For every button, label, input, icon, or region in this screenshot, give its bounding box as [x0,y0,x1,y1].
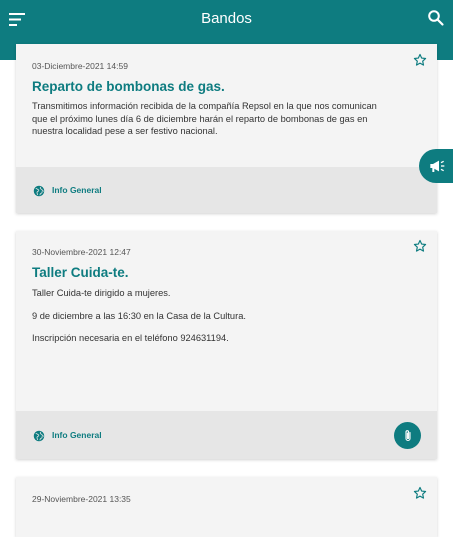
bando-body: Transmitimos información recibida de la … [32,100,377,138]
megaphone-icon [430,160,445,172]
bando-paragraph: 9 de diciembre a las 16:30 en la Casa de… [32,310,246,321]
bando-category: Info General [52,185,102,195]
favorite-button[interactable] [413,239,427,253]
bando-footer: Info General [16,167,437,213]
category-globe [33,184,45,197]
bando-card[interactable]: 30-Noviembre-2021 12:47 Taller Cuida-te.… [16,231,437,459]
star-icon [413,53,427,66]
star-icon [413,239,427,252]
bando-title[interactable]: Taller Cuida-te. [32,265,129,280]
bando-footer: Info General [16,411,437,459]
bando-card[interactable]: 03-Diciembre-2021 14:59 Reparto de bombo… [16,44,437,213]
bando-body: Taller Cuida-te dirigido a mujeres. 9 de… [32,287,377,345]
attachment-button[interactable] [394,422,421,449]
globe-icon [33,185,45,197]
category-globe [33,429,45,442]
bando-paragraph: Taller Cuida-te dirigido a mujeres. [32,288,171,298]
announcements-side-button[interactable] [419,149,453,183]
bando-card[interactable]: 29-Noviembre-2021 13:35 [16,477,437,537]
globe-icon [33,430,45,442]
search-button[interactable] [427,9,445,27]
bando-date: 30-Noviembre-2021 12:47 [32,247,131,257]
bando-date: 03-Diciembre-2021 14:59 [32,61,128,71]
page-title: Bandos [201,10,252,27]
bando-category: Info General [52,430,102,440]
paperclip-icon [404,429,411,441]
bando-title[interactable]: Reparto de bombonas de gas. [32,79,225,94]
favorite-button[interactable] [413,53,427,67]
bando-paragraph: Transmitimos información recibida de la … [32,101,377,136]
search-icon [428,10,444,26]
star-icon [413,486,427,499]
bando-paragraph: Inscripción necesaria en el teléfono 924… [32,333,229,343]
bando-date: 29-Noviembre-2021 13:35 [32,494,131,504]
favorite-button[interactable] [413,486,427,500]
